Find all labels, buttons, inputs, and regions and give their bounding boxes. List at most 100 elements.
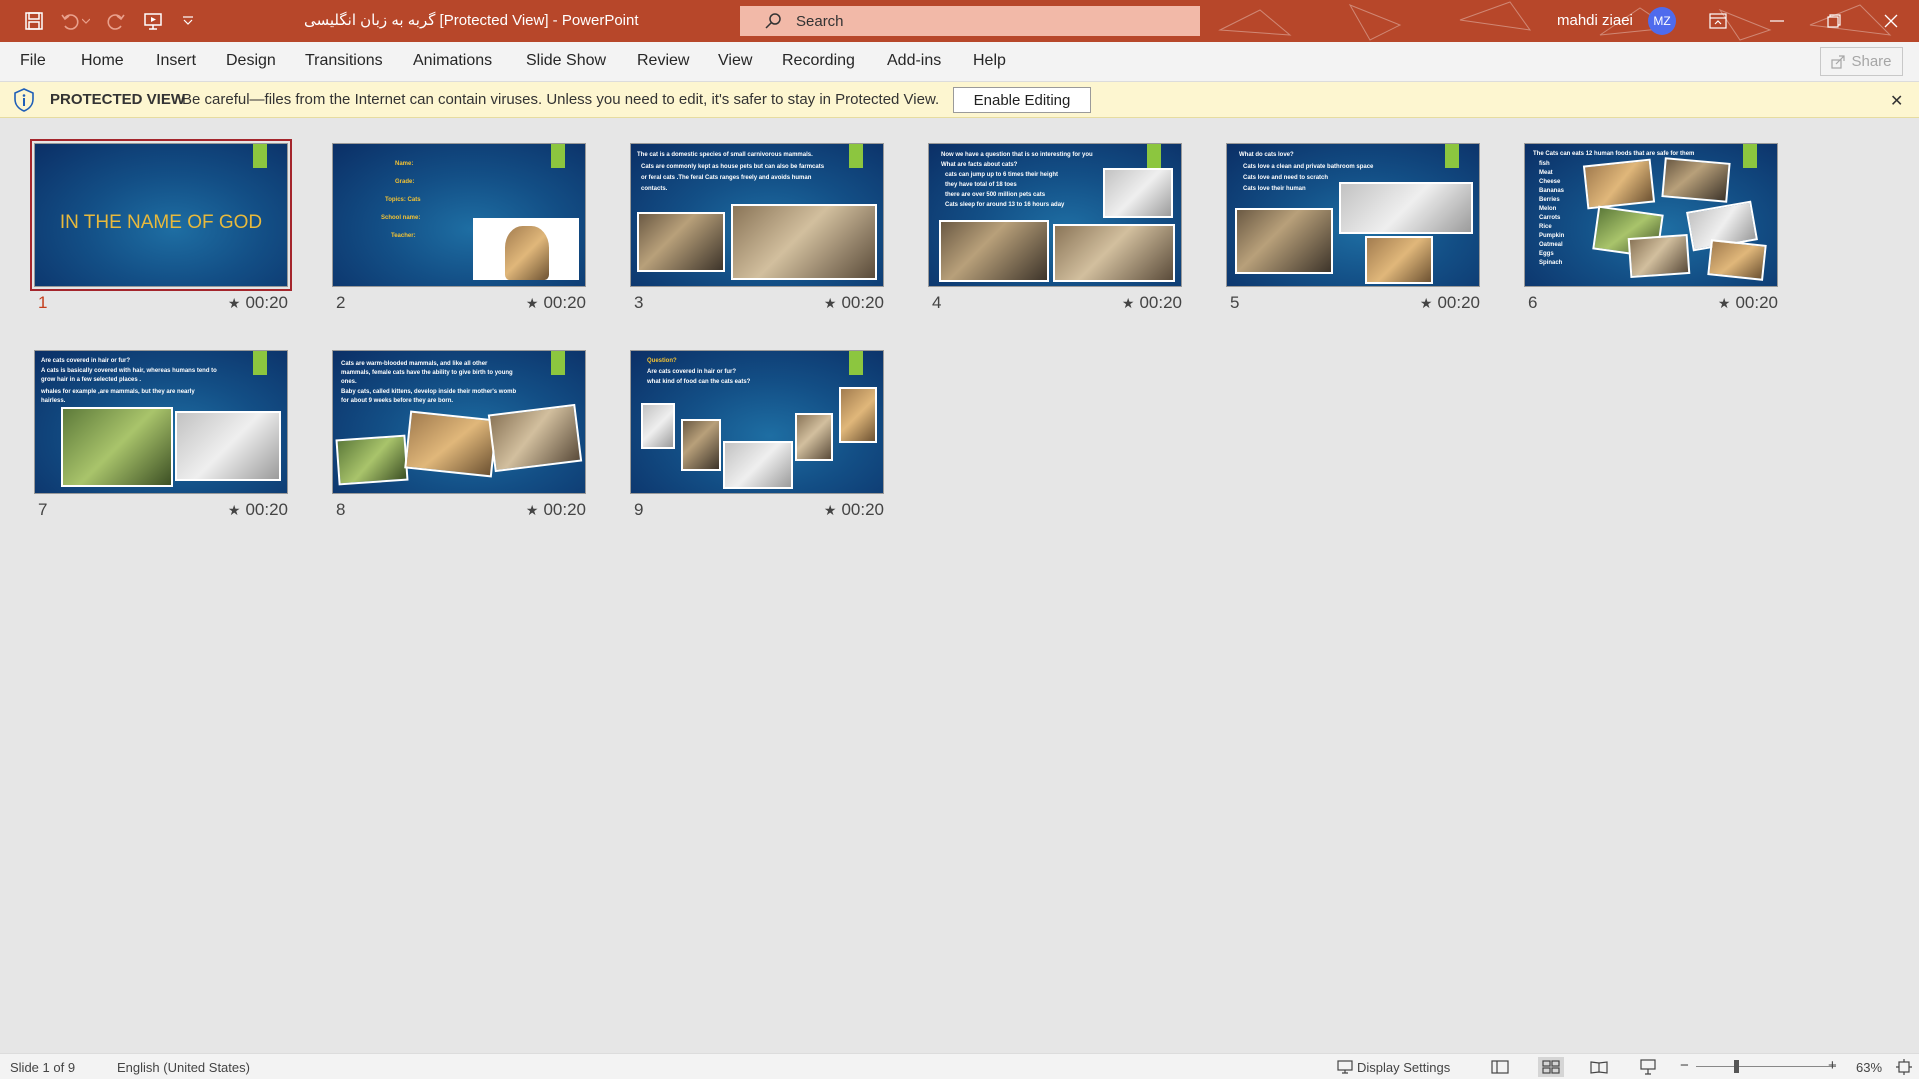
slide-thumbnail-3[interactable]: The cat is a domestic species of small c… [630, 143, 884, 323]
slide-thumbnail-8[interactable]: Cats are warm-blooded mammals, and like … [332, 350, 586, 530]
tab-design[interactable]: Design [226, 52, 276, 70]
tab-help[interactable]: Help [973, 52, 1006, 70]
undo-dropdown-icon[interactable] [80, 9, 92, 33]
cat-photo [487, 403, 583, 473]
slide-thumbnail-6[interactable]: The Cats can eats 12 human foods that ar… [1524, 143, 1778, 323]
zoom-slider-thumb[interactable] [1734, 1060, 1739, 1073]
slide-text-line: Meat [1539, 170, 1553, 176]
cat-photo [1661, 157, 1731, 203]
slide-number: 2 [336, 293, 346, 312]
slide-text-line: A cats is basically covered with hair, w… [41, 368, 217, 374]
tab-file[interactable]: File [20, 52, 46, 70]
share-button[interactable]: Share [1820, 47, 1903, 76]
enable-editing-button[interactable]: Enable Editing [953, 87, 1091, 113]
tab-animations[interactable]: Animations [413, 52, 492, 70]
slide-preview[interactable]: What do cats love? Cats love a clean and… [1226, 143, 1480, 287]
cat-photo [795, 413, 833, 461]
tab-insert[interactable]: Insert [156, 52, 196, 70]
slide-preview[interactable]: Question? Are cats covered in hair or fu… [630, 350, 884, 494]
slide-text-line: fish [1539, 161, 1550, 167]
slide-text-line: whales for example ,are mammals, but the… [41, 389, 195, 395]
protected-view-message: Be careful—files from the Internet can c… [182, 91, 940, 108]
search-box[interactable]: Search [740, 6, 1200, 36]
slide-number: 1 [38, 293, 48, 312]
tab-slide-show[interactable]: Slide Show [526, 52, 606, 70]
close-icon[interactable] [1863, 0, 1919, 42]
tab-transitions[interactable]: Transitions [305, 52, 383, 70]
star-icon: ★ [227, 502, 241, 518]
slide-text-line: Cats are commonly kept as house pets but… [641, 164, 825, 170]
normal-view-icon[interactable] [1489, 1057, 1511, 1077]
slide-sorter-view-icon[interactable] [1538, 1057, 1564, 1077]
slide-timing: ★ 00:20 [1122, 293, 1182, 313]
display-settings-label[interactable]: Display Settings [1357, 1060, 1450, 1075]
undo-icon[interactable] [58, 9, 82, 33]
cat-photo [404, 410, 498, 478]
slide-text-line: What do cats love? [1239, 152, 1294, 158]
slide-number: 3 [634, 293, 644, 312]
slide-text-line: Now we have a question that is so intere… [941, 152, 1093, 158]
slide-text-line: Grade: [395, 179, 415, 185]
cat-photo [637, 212, 725, 272]
slide-preview[interactable]: Are cats covered in hair or fur? A cats … [34, 350, 288, 494]
slide-timing: ★ 00:20 [228, 500, 288, 520]
slide-accent-bar [1147, 144, 1161, 168]
cat-photo [1103, 168, 1173, 218]
close-icon[interactable]: ✕ [1890, 91, 1903, 111]
slide-text-line: mammals, female cats have the ability to… [341, 370, 513, 376]
tab-home[interactable]: Home [81, 52, 124, 70]
slide-time-value: 00:20 [245, 500, 288, 519]
tab-add-ins[interactable]: Add-ins [887, 52, 941, 70]
tab-review[interactable]: Review [637, 52, 689, 70]
search-icon [765, 13, 781, 29]
slide-show-view-icon[interactable] [1637, 1057, 1659, 1077]
zoom-level[interactable]: 63% [1856, 1060, 1882, 1075]
redo-icon[interactable] [104, 9, 128, 33]
slide-text-line: Teacher: [391, 233, 416, 239]
slide-thumbnail-1[interactable]: IN THE NAME OF GOD 1 ★ 00:20 [30, 139, 292, 323]
slide-text-line: Name: [395, 161, 414, 167]
avatar[interactable]: MZ [1648, 7, 1676, 35]
tab-view[interactable]: View [718, 52, 752, 70]
slide-preview[interactable]: The Cats can eats 12 human foods that ar… [1524, 143, 1778, 287]
reading-view-icon[interactable] [1588, 1057, 1610, 1077]
slide-title: IN THE NAME OF GOD [59, 212, 263, 233]
display-settings-icon[interactable] [1336, 1057, 1354, 1077]
slide-thumbnail-2[interactable]: Name: Grade: Topics: Cats School name: T… [332, 143, 586, 323]
zoom-slider[interactable] [1696, 1066, 1836, 1067]
tab-recording[interactable]: Recording [782, 52, 855, 70]
slide-preview[interactable]: The cat is a domestic species of small c… [630, 143, 884, 287]
minimize-icon[interactable] [1749, 0, 1805, 42]
customize-toolbar-icon[interactable] [176, 9, 200, 33]
slide-text-line: for about 9 weeks before they are born. [341, 398, 454, 404]
cat-photo [723, 441, 793, 489]
restore-icon[interactable] [1806, 0, 1862, 42]
slide-text-line: hairless. [41, 398, 66, 404]
slide-count: Slide 1 of 9 [10, 1060, 76, 1075]
fit-to-window-icon[interactable] [1893, 1057, 1915, 1077]
zoom-out-button[interactable]: − [1680, 1057, 1689, 1074]
slide-accent-bar [253, 144, 267, 168]
slide-accent-bar [849, 144, 863, 168]
slide-accent-bar [1445, 144, 1459, 168]
slide-preview[interactable]: Cats are warm-blooded mammals, and like … [332, 350, 586, 494]
cat-photo [1365, 236, 1433, 284]
slide-thumbnail-5[interactable]: What do cats love? Cats love a clean and… [1226, 143, 1480, 323]
slide-preview[interactable]: Now we have a question that is so intere… [928, 143, 1182, 287]
slide-thumbnail-9[interactable]: Question? Are cats covered in hair or fu… [630, 350, 884, 530]
window-title: گربه به زبان انگلیسی [Protected View] - … [304, 12, 639, 29]
ribbon-display-options-icon[interactable] [1690, 0, 1746, 42]
save-icon[interactable] [22, 9, 46, 33]
present-from-start-icon[interactable] [141, 9, 165, 33]
slide-preview[interactable]: Name: Grade: Topics: Cats School name: T… [332, 143, 586, 287]
slide-preview[interactable]: IN THE NAME OF GOD [30, 139, 292, 291]
slide-thumbnail-7[interactable]: Are cats covered in hair or fur? A cats … [34, 350, 288, 530]
zoom-in-button[interactable]: + [1828, 1057, 1837, 1074]
share-icon [1831, 54, 1846, 69]
language-indicator[interactable]: English (United States) [117, 1060, 250, 1075]
slide-text-line: Melon [1539, 206, 1557, 212]
cat-photo [1707, 239, 1767, 281]
slide-thumbnail-4[interactable]: Now we have a question that is so intere… [928, 143, 1182, 323]
slide-timing: ★ 00:20 [1420, 293, 1480, 313]
user-name[interactable]: mahdi ziaei [1557, 12, 1633, 29]
